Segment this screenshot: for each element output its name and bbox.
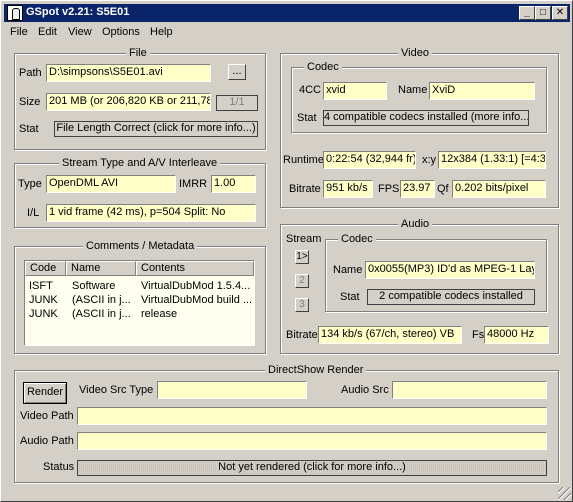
audio-name-field[interactable]: 0x0055(MP3) ID'd as MPEG-1 Lay [365,261,535,279]
row-code: JUNK [29,294,58,306]
audio-bitrate-field[interactable]: 134 kb/s (67/ch, stereo) VB [318,326,462,344]
audio-name-label: Name [333,264,363,276]
row-name: (ASCII in j... [72,308,131,320]
audio-path-label: Audio Path [20,435,74,447]
video-bitrate-label: Bitrate [289,183,321,195]
stream-label: Stream [286,233,322,245]
resize-grip[interactable] [558,487,571,500]
type-field[interactable]: OpenDML AVI [46,175,176,193]
audio-codec-legend: Codec [338,232,376,246]
video-codec-legend: Codec [304,60,342,74]
stream-type-legend: Stream Type and A/V Interleave [59,156,221,170]
metadata-list[interactable]: Code Name Contents ISFT Software Virtual… [24,260,255,346]
path-field[interactable]: D:\simpsons\S5E01.avi [46,64,211,82]
qf-label: Qf [437,183,449,195]
row-name: (ASCII in j... [72,294,131,306]
render-status-button[interactable]: Not yet rendered (click for more info...… [77,460,547,476]
resolution-field[interactable]: 12x384 (1.33:1) [=4:3] [438,151,546,169]
path-label: Path [19,67,42,79]
audio-bitrate-label: Bitrate [286,329,318,341]
audio-legend: Audio [398,217,433,231]
menu-file[interactable]: File [10,26,28,38]
file-group-legend: File [126,46,150,60]
qf-field[interactable]: 0.202 bits/pixel [452,180,546,198]
status-label: Status [43,461,75,473]
interleave-label: I/L [27,207,40,219]
row-name: Software [72,280,116,292]
video-name-field[interactable]: XviD [429,82,535,100]
audio-path-field[interactable] [77,432,547,450]
gspot-app-icon[interactable] [7,5,23,21]
fps-field[interactable]: 23.97 [400,180,435,198]
stream-type-group: Stream Type and A/V Interleave Type Open… [14,156,266,228]
xy-label: x:y [422,154,437,166]
video-legend: Video [398,46,432,60]
menu-help[interactable]: Help [150,26,173,38]
menu-edit[interactable]: Edit [38,26,57,38]
title-bar[interactable]: GSpot v2.21: S5E01 _ □ ✕ [4,4,570,22]
menu-options[interactable]: Options [102,26,140,38]
video-bitrate-field[interactable]: 951 kb/s [323,180,373,198]
column-header-code[interactable]: Code [25,261,66,276]
row-code: ISFT [29,280,53,292]
fourcc-label: 4CC [299,84,322,96]
audio-stream-3-button[interactable]: 3 [295,298,309,312]
audio-stream-1-button[interactable]: 1> [295,250,309,264]
file-group: File Path D:\simpsons\S5E01.avi ... Size… [14,46,266,150]
runtime-label: Runtime [283,154,324,166]
stat-label: Stat [19,123,39,135]
imrr-field[interactable]: 1.00 [211,175,256,193]
video-name-label: Name [398,84,428,96]
menu-bar: File Edit View Options Help [4,23,570,41]
column-header-name[interactable]: Name [66,261,136,276]
maximize-button[interactable]: □ [535,6,551,20]
file-part-indicator: 1/1 [216,95,258,111]
audio-stat-label: Stat [340,291,360,303]
video-path-label: Video Path [20,410,74,422]
fourcc-field[interactable]: xvid [323,82,387,100]
video-codecs-button[interactable]: 4 compatible codecs installed (more info… [323,110,529,126]
video-path-field[interactable] [77,407,547,425]
sample-rate-field[interactable]: 48000 Hz [484,326,549,344]
video-group: Video Codec 4CC xvid Name XviD Stat 4 co… [280,46,559,208]
audio-group: Audio Stream 1> 2 3 Codec Name 0x0055(MP… [280,217,559,354]
size-field[interactable]: 201 MB (or 206,820 KB or 211,78 [46,93,211,111]
audio-src-field[interactable] [392,381,547,399]
row-contents: VirtualDubMod build ... [141,294,253,306]
gspot-window: GSpot v2.21: S5E01 _ □ ✕ File Edit View … [0,0,573,502]
video-codec-group: Codec 4CC xvid Name XviD Stat 4 compatib… [291,60,547,133]
column-header-contents[interactable]: Contents [136,261,254,276]
video-stat-label: Stat [297,112,317,124]
audio-codecs-button[interactable]: 2 compatible codecs installed [367,289,535,305]
window-title: GSpot v2.21: S5E01 [26,6,130,18]
menu-view[interactable]: View [68,26,92,38]
audio-codec-group: Codec Name 0x0055(MP3) ID'd as MPEG-1 La… [325,232,547,312]
type-label: Type [18,178,42,190]
directshow-legend: DirectShow Render [265,363,367,377]
file-stat-button[interactable]: File Length Correct (click for more info… [54,121,258,137]
close-button[interactable]: ✕ [552,6,568,20]
render-button[interactable]: Render [23,382,67,404]
audio-src-label: Audio Src [341,384,389,396]
video-src-type-field[interactable] [157,381,307,399]
row-contents: release [141,308,178,320]
minimize-button[interactable]: _ [519,6,535,20]
row-contents: VirtualDubMod 1.5.4... [141,280,251,292]
comments-group: Comments / Metadata Code Name Contents I… [14,239,266,354]
fps-label: FPS [378,183,400,195]
audio-stream-2-button[interactable]: 2 [295,274,309,288]
runtime-field[interactable]: 0:22:54 (32,944 fr) [323,151,416,169]
row-code: JUNK [29,308,58,320]
size-label: Size [19,96,41,108]
fs-label: Fs [472,329,485,341]
video-src-type-label: Video Src Type [79,384,154,396]
interleave-field[interactable]: 1 vid frame (42 ms), p=504 Split: No [46,204,256,222]
browse-button[interactable]: ... [228,64,246,80]
comments-legend: Comments / Metadata [83,239,198,253]
imrr-label: IMRR [179,178,208,190]
directshow-group: DirectShow Render Render Video Src Type … [14,363,559,483]
